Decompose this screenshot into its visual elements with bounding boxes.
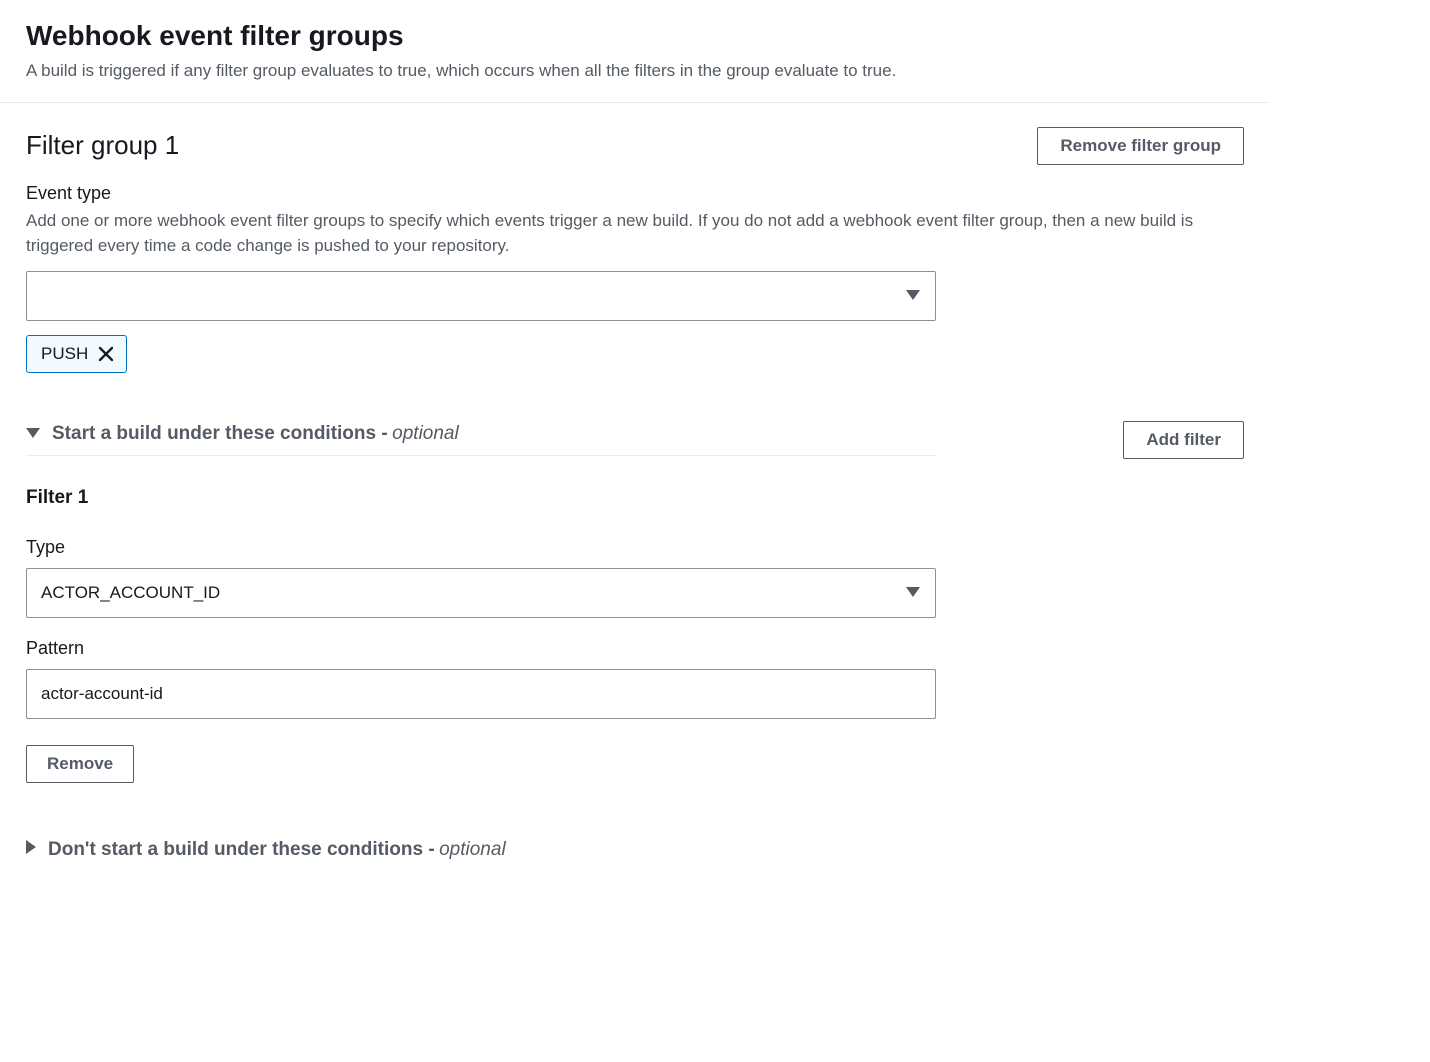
dont-start-conditions-toggle[interactable]: Don't start a build under these conditio… — [26, 839, 1244, 861]
page-subtitle: A build is triggered if any filter group… — [26, 58, 1244, 84]
caret-right-icon — [26, 840, 36, 859]
filter-pattern-label: Pattern — [26, 638, 1244, 659]
event-type-help: Add one or more webhook event filter gro… — [26, 208, 1244, 259]
close-icon[interactable] — [98, 346, 114, 362]
filter-pattern-input[interactable] — [26, 669, 936, 719]
remove-filter-button[interactable]: Remove — [26, 745, 134, 783]
start-conditions-toggle[interactable]: Start a build under these conditions - o… — [26, 423, 936, 456]
page-title: Webhook event filter groups — [26, 20, 1244, 52]
event-type-select[interactable] — [26, 271, 936, 321]
filter-type-label: Type — [26, 537, 1244, 558]
filter-group-title: Filter group 1 — [26, 130, 179, 161]
remove-filter-group-button[interactable]: Remove filter group — [1037, 127, 1244, 165]
dont-start-conditions-title: Don't start a build under these conditio… — [48, 839, 435, 860]
optional-tag: optional — [439, 839, 506, 860]
filter-type-select[interactable]: ACTOR_ACCOUNT_ID — [26, 568, 936, 618]
add-filter-button[interactable]: Add filter — [1123, 421, 1244, 459]
filter-title: Filter 1 — [26, 487, 1244, 509]
event-type-chip-push[interactable]: PUSH — [26, 335, 127, 373]
chip-label: PUSH — [41, 344, 88, 364]
start-conditions-title: Start a build under these conditions - — [52, 423, 388, 444]
event-type-label: Event type — [26, 183, 1244, 204]
divider — [0, 102, 1270, 103]
optional-tag: optional — [392, 423, 459, 444]
caret-down-icon — [26, 425, 40, 443]
